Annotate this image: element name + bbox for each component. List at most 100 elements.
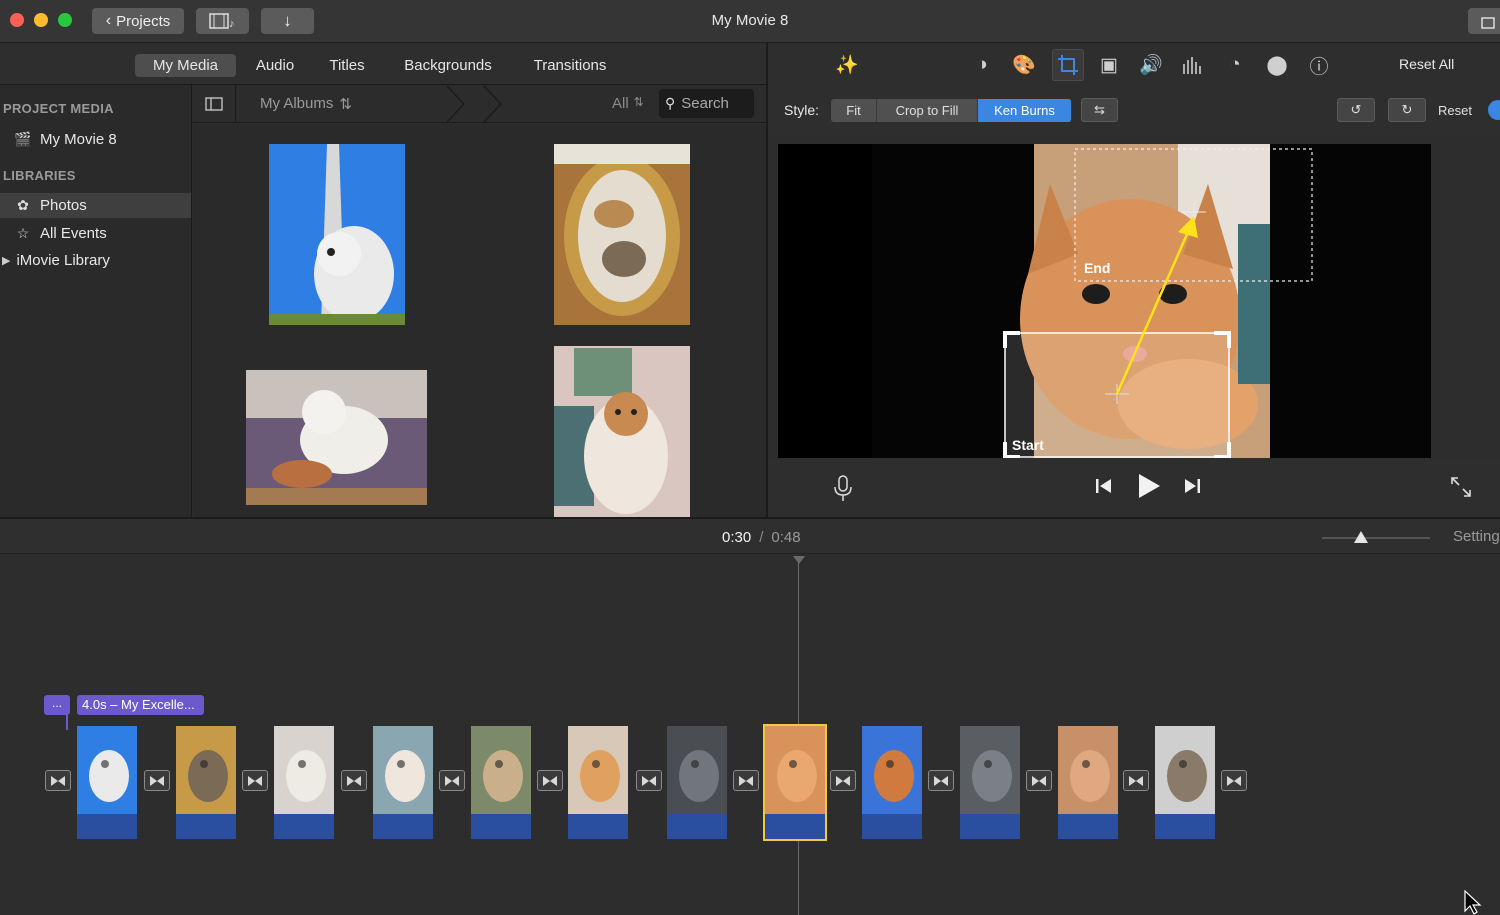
clip-thumbnail — [960, 726, 1020, 814]
sidebar-toggle-button[interactable] — [192, 85, 236, 122]
speed-button[interactable]: ◔ — [1221, 51, 1249, 79]
transition-button[interactable] — [1123, 770, 1149, 791]
title-clip-connector — [66, 715, 68, 730]
transition-button[interactable] — [830, 770, 856, 791]
bowtie-icon — [1129, 775, 1143, 786]
transition-button[interactable] — [242, 770, 268, 791]
media-thumbnail-dog-monument[interactable] — [269, 144, 405, 325]
apply-checkmark-button[interactable] — [1488, 100, 1500, 120]
bowtie-icon — [51, 775, 65, 786]
clip-thumbnail — [862, 726, 922, 814]
sidebar-item-label: iMovie Library — [16, 252, 110, 269]
transition-button[interactable] — [733, 770, 759, 791]
bowtie-icon — [836, 775, 850, 786]
sidebar-item-photos[interactable]: ✿ Photos — [0, 193, 191, 218]
share-button[interactable] — [1468, 8, 1500, 34]
search-input[interactable]: ⚲ Search — [659, 89, 754, 118]
star-box-icon: ☆ — [16, 225, 30, 241]
title-bar: ‹ Projects ♪ ↓ My Movie 8 — [0, 0, 1500, 43]
title-clip-badge[interactable]: ... — [44, 695, 70, 715]
mouse-pointer-icon — [1464, 890, 1482, 915]
zoom-slider-thumb[interactable] — [1354, 531, 1368, 543]
timeline-clip-selected[interactable] — [763, 724, 827, 841]
voiceover-button[interactable] — [832, 474, 854, 502]
transition-button[interactable] — [1026, 770, 1052, 791]
cropping-button[interactable] — [1052, 49, 1084, 81]
rotate-left-button[interactable]: ↺ — [1337, 98, 1375, 122]
tab-transitions[interactable]: Transitions — [522, 54, 618, 77]
timeline-clip[interactable] — [176, 726, 236, 839]
timeline-clip[interactable] — [568, 726, 628, 839]
current-time: 0:30 — [722, 529, 752, 546]
color-correction-button[interactable]: 🎨 — [1010, 51, 1038, 79]
color-balance-button[interactable]: ◑ — [968, 51, 996, 79]
timeline-clip[interactable] — [960, 726, 1020, 839]
clapper-icon: 🎬 — [14, 131, 32, 147]
bowtie-icon — [934, 775, 948, 786]
swap-start-end-button[interactable]: ⇆ — [1081, 98, 1118, 122]
reset-button[interactable]: Reset — [1438, 103, 1472, 118]
fullscreen-button[interactable] — [1450, 476, 1472, 503]
skip-back-button[interactable] — [1094, 476, 1114, 501]
albums-dropdown[interactable]: My Albums ⇅ — [260, 95, 352, 113]
skip-forward-icon — [1185, 479, 1200, 493]
skip-forward-button[interactable] — [1182, 476, 1202, 501]
timecode-display: 0:30 / 0:48 — [722, 529, 801, 546]
transition-button[interactable] — [439, 770, 465, 791]
skip-back-icon — [1096, 479, 1111, 493]
reset-all-button[interactable]: Reset All — [1399, 56, 1454, 72]
sidebar-item-all-events[interactable]: ☆ All Events — [0, 221, 191, 246]
timeline-clip[interactable] — [667, 726, 727, 839]
media-thumbnail-cats-basket[interactable] — [554, 144, 690, 325]
media-grid — [193, 124, 766, 517]
play-button[interactable] — [1136, 472, 1162, 505]
transition-button[interactable] — [45, 770, 71, 791]
ken-burns-preview[interactable] — [778, 144, 1431, 459]
transition-button[interactable] — [341, 770, 367, 791]
sidebar-item-imovie-library[interactable]: ▶ iMovie Library — [0, 248, 191, 273]
playhead-marker[interactable] — [793, 556, 805, 564]
timeline-clip[interactable] — [373, 726, 433, 839]
zoom-slider[interactable] — [1322, 529, 1430, 545]
style-fit-button[interactable]: Fit — [831, 99, 877, 122]
tab-my-media[interactable]: My Media — [135, 54, 236, 77]
style-crop-to-fill-button[interactable]: Crop to Fill — [877, 99, 978, 122]
media-thumbnail-fluffy-cat[interactable] — [554, 346, 690, 517]
magic-wand-button[interactable]: ✨ — [833, 51, 861, 79]
rotate-right-button[interactable]: ↻ — [1388, 98, 1426, 122]
sidebar-item-my-movie-8[interactable]: 🎬 My Movie 8 — [0, 127, 191, 152]
transition-button[interactable] — [928, 770, 954, 791]
albums-label: My Albums — [260, 95, 334, 112]
media-thumbnail-dog-toy[interactable] — [246, 370, 427, 505]
settings-button[interactable]: Settings — [1453, 528, 1500, 545]
noise-reduction-button[interactable] — [1179, 51, 1207, 79]
clip-info-button[interactable]: ⓘ — [1305, 51, 1333, 79]
sidebar-toggle-icon — [204, 96, 223, 111]
title-clip[interactable]: 4.0s – My Excelle... — [77, 695, 204, 715]
bowtie-icon — [1227, 775, 1241, 786]
volume-button[interactable]: 🔊 — [1137, 51, 1165, 79]
stabilization-button[interactable]: ▣ — [1095, 51, 1123, 79]
bowtie-icon — [248, 775, 262, 786]
timeline-clip[interactable] — [77, 726, 137, 839]
transition-button[interactable] — [144, 770, 170, 791]
tab-audio[interactable]: Audio — [248, 54, 302, 77]
timeline-clip[interactable] — [274, 726, 334, 839]
filter-dropdown[interactable]: All ⇅ — [612, 95, 644, 112]
timeline-clip[interactable] — [1155, 726, 1215, 839]
disclosure-triangle-icon[interactable]: ▶ — [2, 254, 10, 267]
timeline-clip[interactable] — [471, 726, 531, 839]
timeline-clip[interactable] — [862, 726, 922, 839]
clip-filter-button[interactable]: ⬤ — [1263, 51, 1291, 79]
tab-titles[interactable]: Titles — [320, 54, 374, 77]
transition-button[interactable] — [537, 770, 563, 791]
transition-button[interactable] — [1221, 770, 1247, 791]
transition-button[interactable] — [636, 770, 662, 791]
timeline-clip[interactable] — [1058, 726, 1118, 839]
style-ken-burns-button[interactable]: Ken Burns — [978, 99, 1072, 122]
tab-backgrounds[interactable]: Backgrounds — [395, 54, 501, 77]
speedometer-icon: ◔ — [1229, 54, 1241, 75]
total-time: 0:48 — [771, 529, 801, 546]
updown-chevron-icon: ⇅ — [339, 96, 352, 113]
bowtie-icon — [150, 775, 164, 786]
